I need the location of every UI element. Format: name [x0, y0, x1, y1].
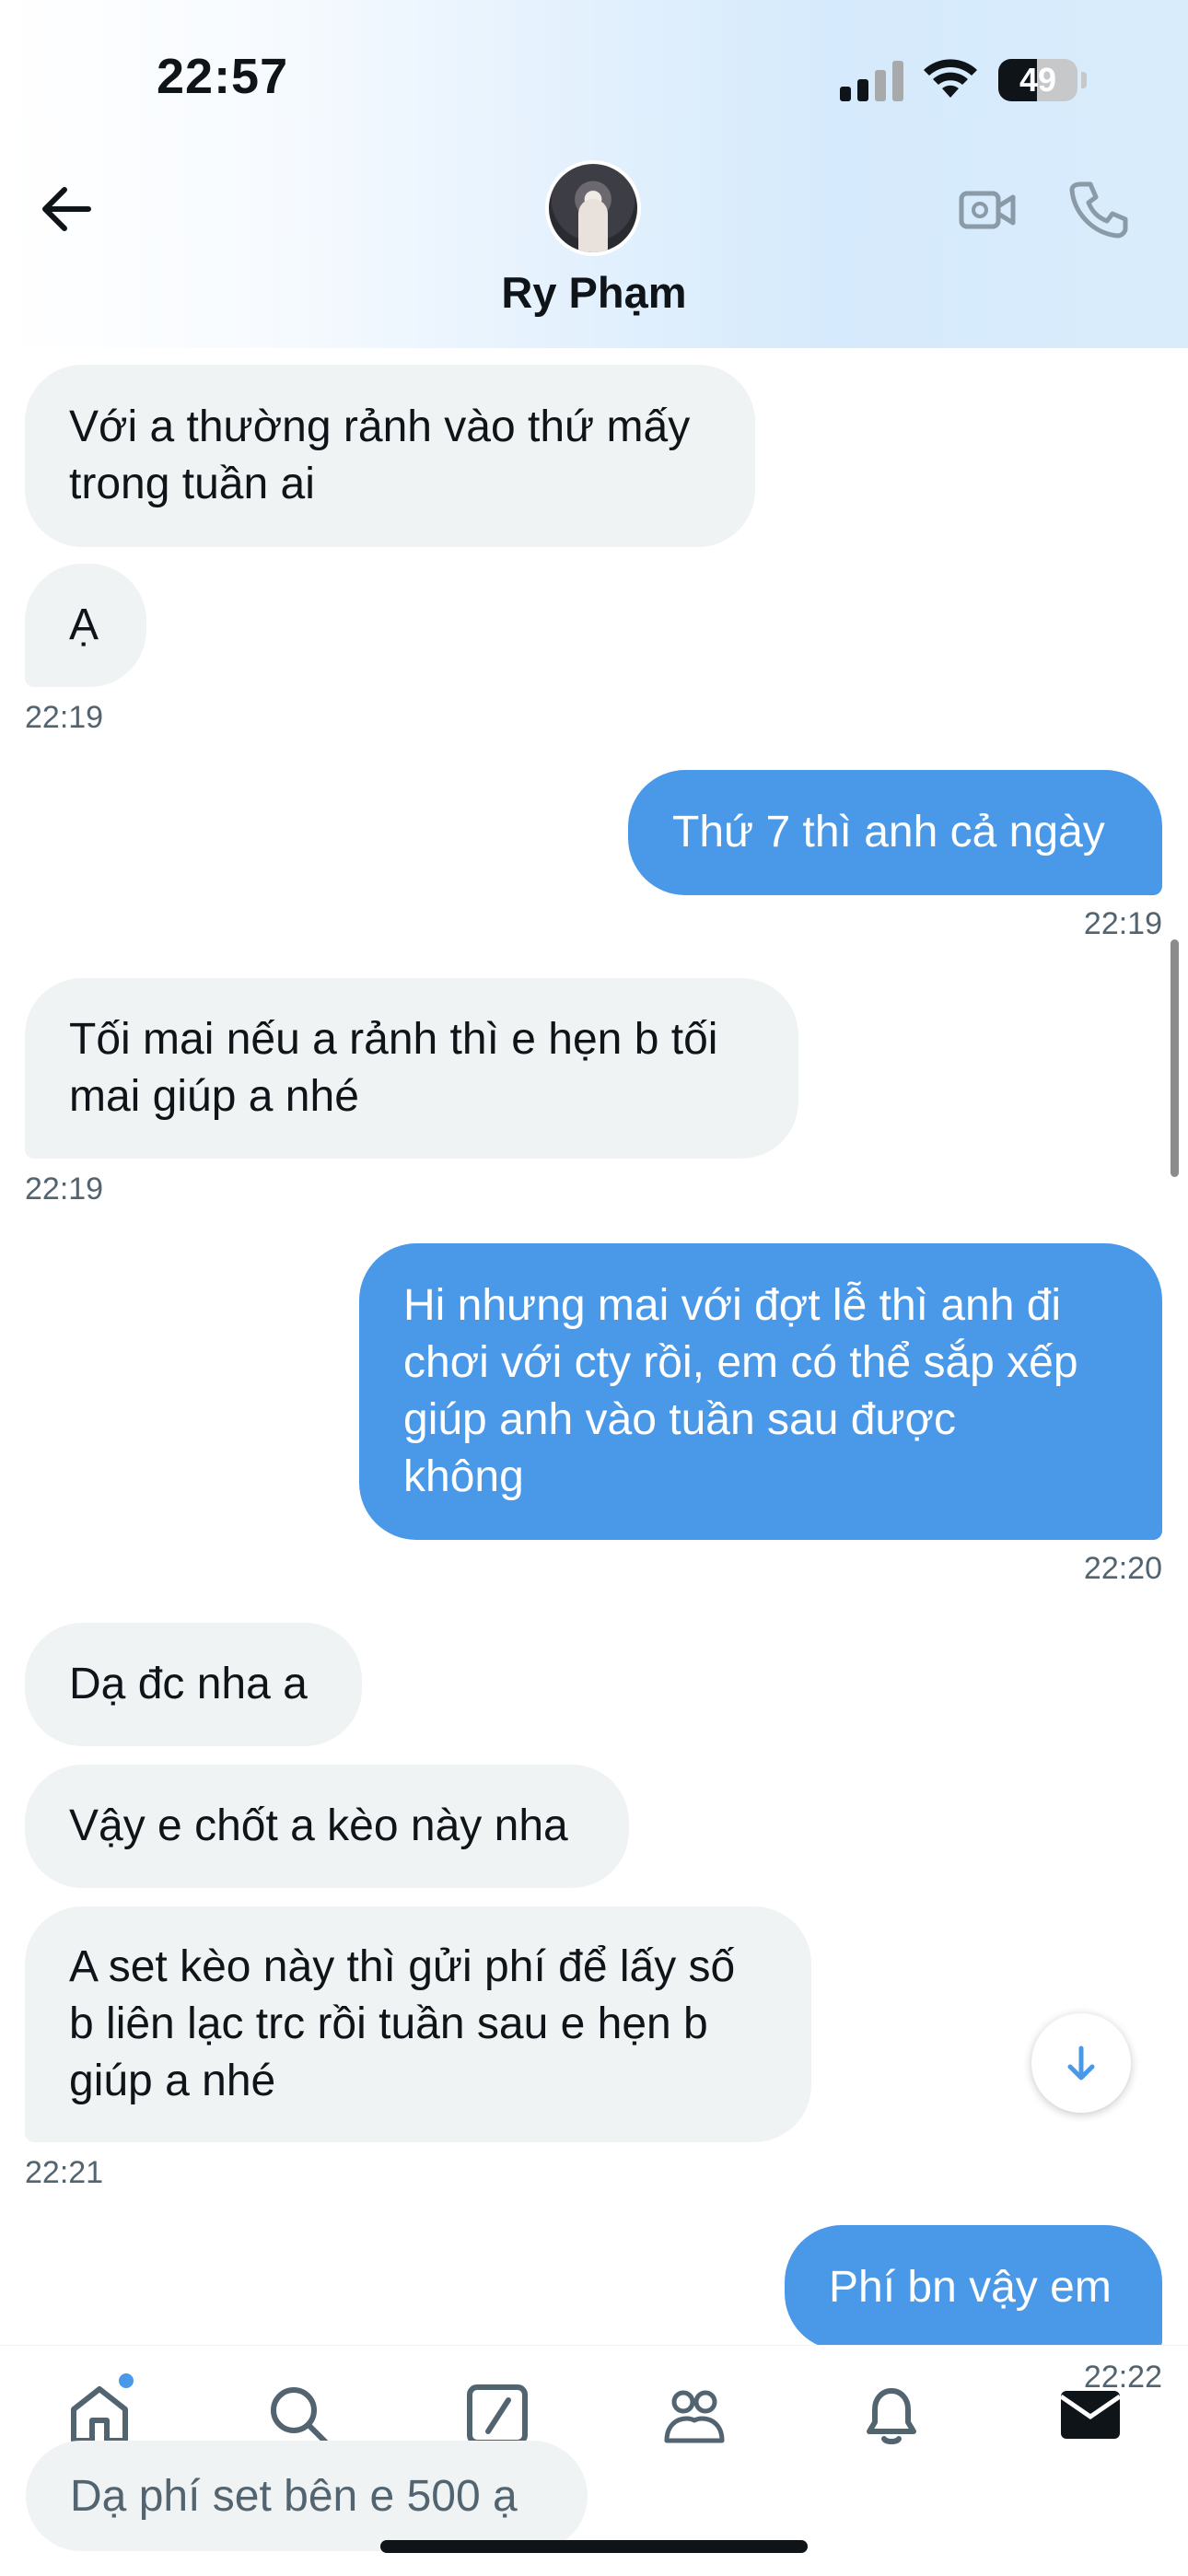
message-bubble-incoming[interactable]: A set kèo này thì gửi phí để lấy số b li…	[25, 1906, 811, 2142]
home-notification-dot	[116, 2371, 136, 2391]
battery-indicator: 49	[998, 59, 1087, 101]
phone-call-icon[interactable]	[1068, 179, 1129, 239]
message-timestamp: 22:19	[25, 1171, 104, 1206]
communities-icon[interactable]	[661, 2382, 728, 2448]
message-timestamp: 22:20	[1083, 1551, 1162, 1586]
search-icon[interactable]	[265, 2382, 332, 2448]
message-timestamp: 22:21	[25, 2155, 104, 2190]
message-bubble-incoming[interactable]: Ạ	[25, 564, 146, 687]
video-call-icon[interactable]	[958, 181, 1017, 239]
message-timestamp: 22:19	[1083, 906, 1162, 941]
message-timestamp: 22:19	[25, 700, 104, 735]
wifi-icon	[924, 59, 977, 98]
back-arrow-icon[interactable]	[37, 181, 94, 238]
scroll-to-bottom-button[interactable]	[1031, 2013, 1131, 2113]
message-bubble-incoming[interactable]: Với a thường rảnh vào thứ mấy trong tuần…	[25, 365, 755, 547]
bell-icon[interactable]	[858, 2382, 925, 2448]
contact-avatar[interactable]	[545, 160, 641, 256]
message-bubble-outgoing[interactable]: Thứ 7 thì anh cả ngày	[628, 770, 1162, 895]
cellular-signal-icon	[840, 61, 903, 101]
mail-icon[interactable]	[1057, 2382, 1124, 2448]
home-icon[interactable]	[66, 2382, 133, 2448]
message-bubble-outgoing[interactable]: Phí bn vậy em	[785, 2225, 1162, 2350]
message-bubble-incoming[interactable]: Tối mai nếu a rảnh thì e hẹn b tối mai g…	[25, 978, 798, 1159]
battery-percentage: 49	[1019, 61, 1057, 99]
message-composer-input[interactable]: Dạ phí set bên e 500 ạ	[26, 2441, 588, 2551]
home-indicator	[380, 2540, 808, 2553]
scrollbar[interactable]	[1171, 939, 1179, 1177]
message-bubble-incoming[interactable]: Dạ đc nha a	[25, 1623, 362, 1746]
message-bubble-outgoing[interactable]: Hi nhưng mai với đợt lễ thì anh đi chơi …	[359, 1243, 1162, 1540]
compose-icon[interactable]	[464, 2382, 530, 2448]
contact-name[interactable]: Ry Phạm	[0, 267, 1188, 318]
message-bubble-incoming[interactable]: Vậy e chốt a kèo này nha	[25, 1765, 629, 1888]
status-time: 22:57	[157, 49, 289, 104]
arrow-down-icon	[1067, 2046, 1095, 2081]
